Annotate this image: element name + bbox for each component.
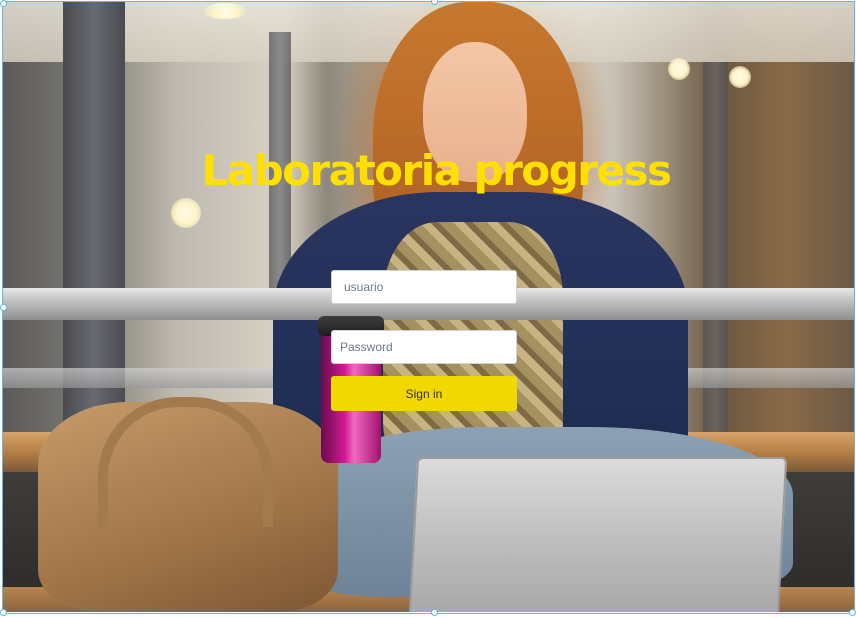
bg-light — [729, 66, 751, 88]
password-input[interactable] — [331, 330, 517, 364]
resize-handle-bottom[interactable] — [431, 609, 438, 616]
laptop — [408, 457, 788, 612]
resize-handle-bottom-left[interactable] — [0, 609, 7, 616]
background-photo — [3, 2, 854, 612]
bg-light — [171, 198, 201, 228]
username-input[interactable] — [331, 270, 517, 304]
page-title: Laboratoria progress — [201, 146, 672, 195]
resize-handle-top-left[interactable] — [0, 0, 7, 7]
bg-light — [203, 3, 247, 19]
resize-handle-left[interactable] — [0, 304, 7, 311]
bg-light — [668, 58, 690, 80]
resize-handle-bottom-right[interactable] — [849, 609, 856, 616]
sign-in-button[interactable]: Sign in — [331, 376, 517, 411]
page-canvas: Laboratoria progress Sign in — [0, 0, 856, 618]
